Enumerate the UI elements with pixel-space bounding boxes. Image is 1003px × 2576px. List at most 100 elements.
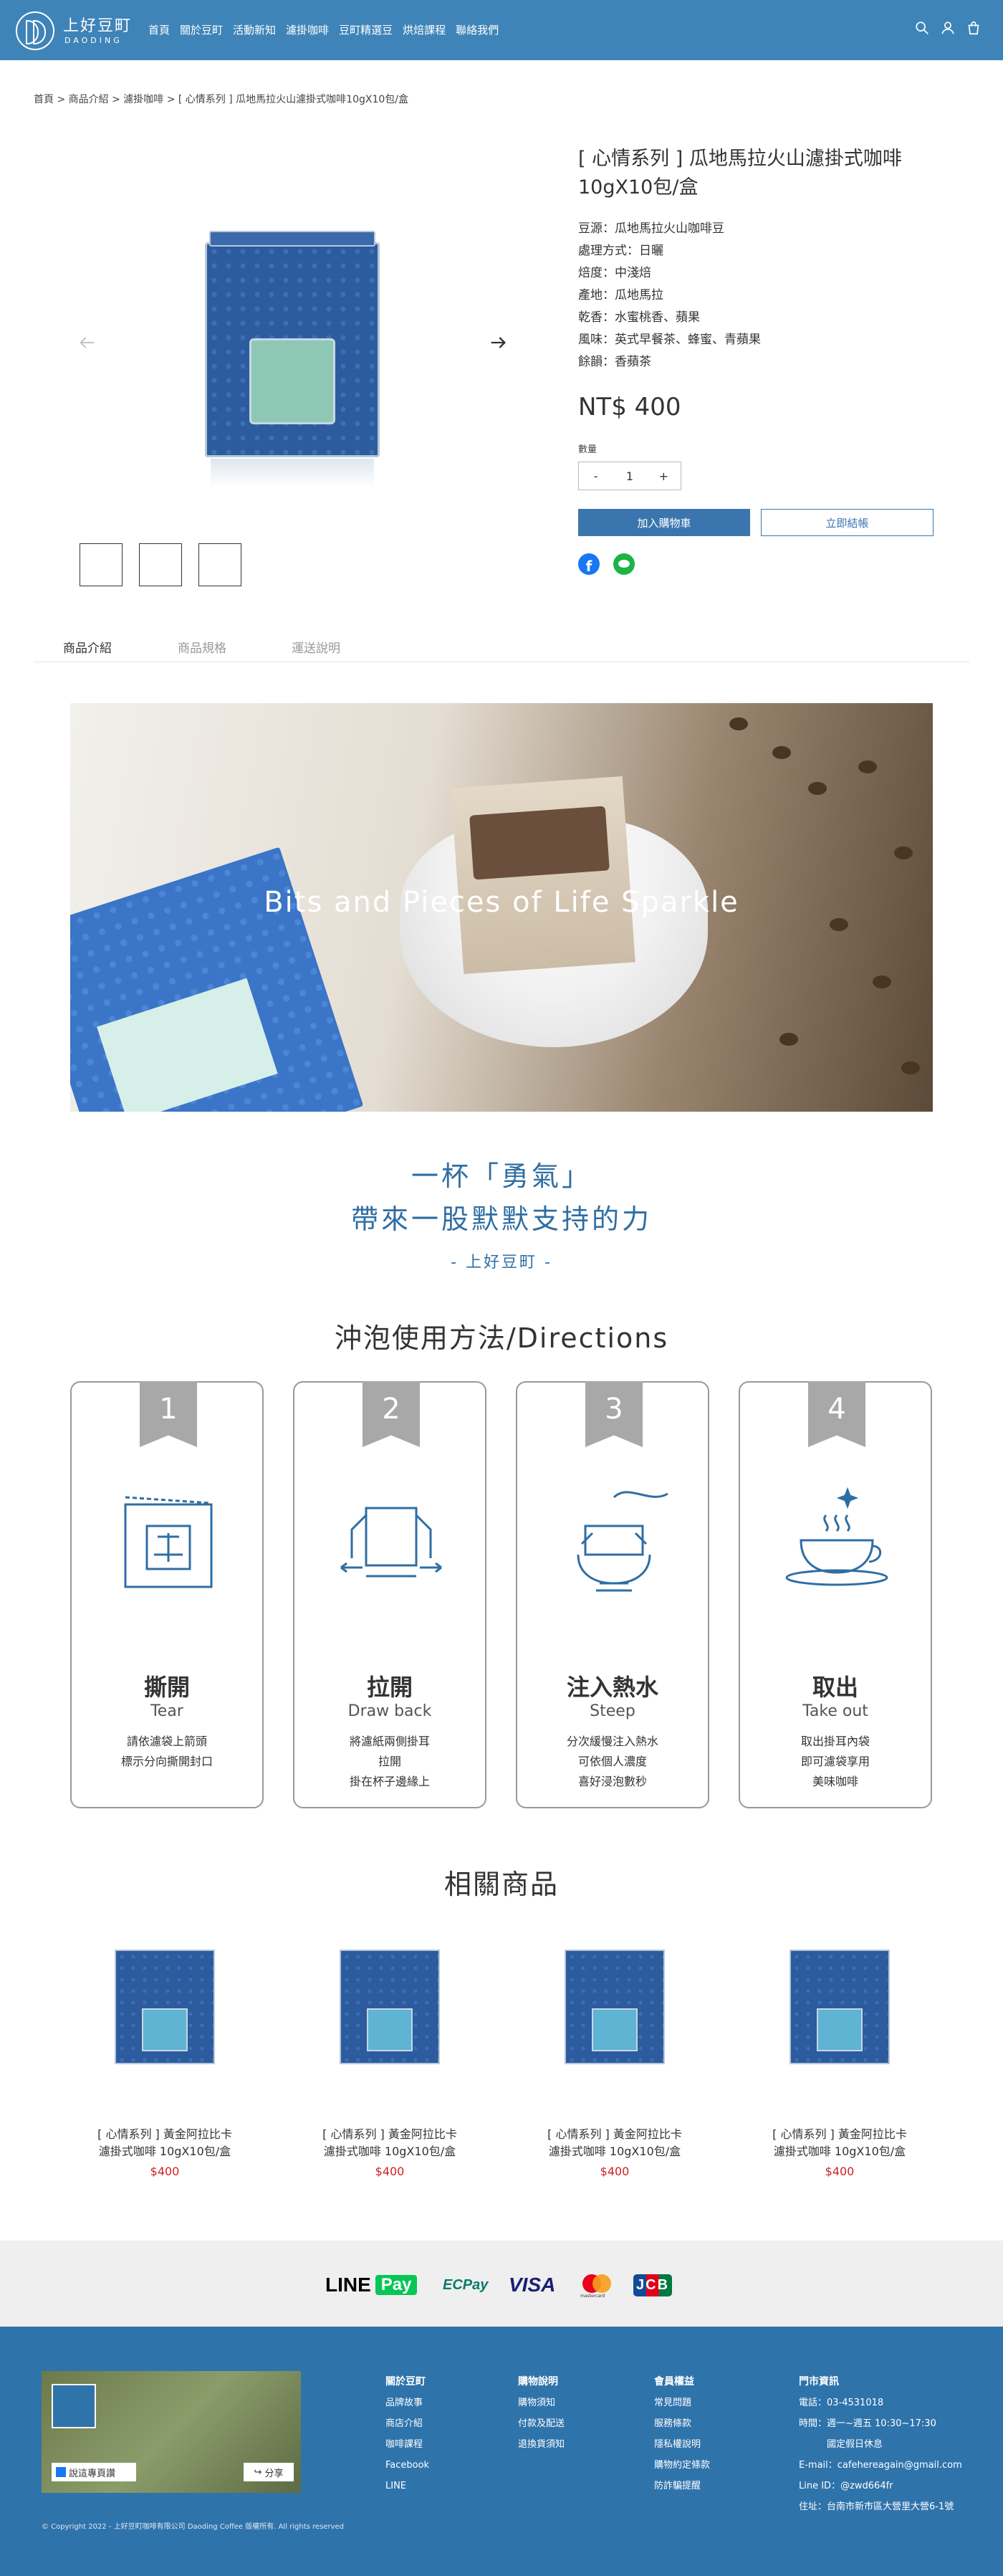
related-name-line-2[interactable]: 濾掛式咖啡 10gX10包/盒 [725,2143,954,2160]
brand-logo-icon[interactable] [16,11,54,50]
user-icon[interactable] [940,20,956,36]
search-icon[interactable] [914,20,930,36]
direction-card-1: 1 撕開 Tear 請依濾袋上箭頭 標示分向撕開封口 [70,1381,264,1808]
footer-col-title: 門市資訊 [799,2376,839,2387]
footer-link[interactable]: 購物須知 [518,2393,565,2413]
product-reflection [211,459,374,487]
footer-link[interactable]: 購物約定條款 [654,2455,710,2476]
footer-link[interactable]: 退換貨須知 [518,2434,565,2455]
payment-methods-bar: LINE Pay ECPay VISA mastercard JCB [0,2241,1003,2327]
facebook-like-button[interactable]: 說這專頁讚 [52,2463,136,2481]
visa-text: VISA [509,2274,556,2296]
step-title-cn: 注入熱水 [566,1674,658,1701]
slogan-line-2: 帶來一股默默支持的力 [350,1203,652,1235]
related-product-image[interactable] [565,1942,665,2064]
footer-link[interactable]: Facebook [385,2455,429,2476]
nav-drip-coffee[interactable]: 濾掛咖啡 [286,22,329,37]
footer-link[interactable]: 服務條款 [654,2413,710,2434]
footer-col-title: 關於豆町 [385,2376,426,2387]
footer-link[interactable]: 咖啡課程 [385,2434,429,2455]
jcb-text: JCB [633,2274,673,2296]
quantity-input[interactable]: 1 [613,462,646,490]
facebook-share-icon[interactable]: f [578,553,600,575]
related-product-image[interactable] [115,1942,215,2064]
footer-link[interactable]: 隱私權說明 [654,2434,710,2455]
spec-aroma: 乾香：水蜜桃香、蘋果 [578,310,700,325]
tab-description[interactable]: 商品介紹 [63,638,112,656]
step-number-badge: 4 [808,1381,865,1447]
quantity-increase-button[interactable]: + [647,462,681,490]
quantity-stepper: - 1 + [578,462,681,490]
related-name-line-2[interactable]: 濾掛式咖啡 10gX10包/盒 [500,2143,729,2160]
nav-beans[interactable]: 豆町精選豆 [339,22,393,37]
related-name-line-2[interactable]: 濾掛式咖啡 10gX10包/盒 [50,2143,279,2160]
brand-name-en[interactable]: DAODING [64,36,123,45]
related-product-image[interactable] [790,1942,890,2064]
step-title-cn: 取出 [812,1674,858,1701]
line-share-icon[interactable] [613,553,635,575]
brand-name-cn[interactable]: 上好豆町 [63,13,132,36]
add-to-cart-button[interactable]: 加入購物車 [578,509,750,536]
thumbnail-1[interactable] [80,543,123,586]
footer-link[interactable]: 商店介紹 [385,2413,429,2434]
cart-icon[interactable] [966,20,982,36]
tab-specifications[interactable]: 商品規格 [178,638,226,656]
product-image[interactable] [205,231,380,487]
breadcrumb[interactable]: 首頁 > 商品介紹 > 濾掛咖啡 > [ 心情系列 ] 瓜地馬拉火山濾掛式咖啡1… [34,92,408,106]
step-desc-line: 分次緩慢注入熱水 [566,1735,658,1748]
footer-link[interactable]: 防詐騙提醒 [654,2476,710,2496]
facebook-share-button[interactable]: ↪ 分享 [244,2463,294,2481]
copyright: © Copyright 2022 - 上好豆町咖啡有限公司 Daoding Co… [42,2523,344,2531]
facebook-page-widget[interactable]: 說這專頁讚 ↪ 分享 [42,2371,301,2493]
facebook-page-avatar[interactable] [52,2384,96,2428]
nav-home[interactable]: 首頁 [148,22,170,37]
spec-flavor: 風味：英式早餐茶、蜂蜜、青蘋果 [578,333,761,347]
nav-courses[interactable]: 烘焙課程 [403,22,446,37]
related-name-line-2[interactable]: 濾掛式咖啡 10gX10包/盒 [275,2143,504,2160]
store-address: 住址：台南市新市區大營里大營6-1號 [799,2501,954,2512]
step-desc-line: 將濾紙兩側掛耳 [349,1735,430,1748]
quantity-decrease-button[interactable]: - [579,462,613,490]
related-product-name[interactable]: [ 心情系列 ] 黃金阿拉比卡 濾掛式咖啡 10gX10包/盒 [725,2126,954,2160]
direction-card-3: 3 注入熱水 Steep 分次緩慢注入熱水 可依個人濃度 喜好浸泡數秒 [516,1381,709,1808]
thumbnail-3[interactable] [198,543,241,586]
footer-link[interactable]: 常見問題 [654,2393,710,2413]
related-name-line-1[interactable]: [ 心情系列 ] 黃金阿拉比卡 [725,2126,954,2143]
product-box-lid [209,231,375,247]
gallery-next-arrow-icon[interactable] [488,333,508,353]
step-title-en: Take out [802,1702,868,1720]
linepay-pay-text: Pay [375,2275,418,2295]
spec-finish: 餘韻：香蘋茶 [578,355,651,369]
related-name-line-1[interactable]: [ 心情系列 ] 黃金阿拉比卡 [500,2126,729,2143]
related-product-name[interactable]: [ 心情系列 ] 黃金阿拉比卡 濾掛式咖啡 10gX10包/盒 [275,2126,504,2160]
related-name-line-1[interactable]: [ 心情系列 ] 黃金阿拉比卡 [50,2126,279,2143]
pour-water-icon [577,1491,668,1592]
spec-origin: 豆源：瓜地馬拉火山咖啡豆 [578,221,724,236]
tab-shipping[interactable]: 運送說明 [292,638,340,656]
related-product-name[interactable]: [ 心情系列 ] 黃金阿拉比卡 濾掛式咖啡 10gX10包/盒 [50,2126,279,2160]
footer-link[interactable]: 品牌故事 [385,2393,429,2413]
gallery-prev-arrow-icon[interactable] [77,333,97,353]
related-name-line-1[interactable]: [ 心情系列 ] 黃金阿拉比卡 [275,2126,504,2143]
store-holiday: 國定假日休息 [799,2439,883,2450]
step-desc-line: 即可濾袋享用 [800,1755,870,1768]
slogan-signature: - 上好豆町 - [451,1254,552,1272]
nav-contact[interactable]: 聯絡我們 [456,22,499,37]
thumbnail-2[interactable] [139,543,182,586]
footer-link[interactable]: LINE [385,2476,429,2496]
direction-card-4: 4 取出 Take out 取出掛耳內袋 即可濾袋享用 美味咖啡 [739,1381,932,1808]
step-desc-line: 取出掛耳內袋 [800,1735,870,1748]
step-title-en: Draw back [347,1702,432,1720]
related-product-name[interactable]: [ 心情系列 ] 黃金阿拉比卡 濾掛式咖啡 10gX10包/盒 [500,2126,729,2160]
site-header: 上好豆町 DAODING 首頁 關於豆町 活動新知 濾掛咖啡 豆町精選豆 烘焙課… [0,0,1003,60]
buy-now-button[interactable]: 立即結帳 [761,509,934,536]
directions-title: 沖泡使用方法/Directions [334,1322,669,1354]
related-product-image[interactable] [340,1942,440,2064]
nav-news[interactable]: 活動新知 [233,22,276,37]
store-email[interactable]: E-mail：cafehereagain@gmail.com [799,2455,962,2476]
step-title-cn: 撕開 [143,1674,190,1701]
quantity-label: 數量 [578,444,598,455]
footer-link[interactable]: 付款及配送 [518,2413,565,2434]
nav-about[interactable]: 關於豆町 [180,22,223,37]
store-line-id[interactable]: Line ID：@zwd664fr [799,2476,962,2496]
